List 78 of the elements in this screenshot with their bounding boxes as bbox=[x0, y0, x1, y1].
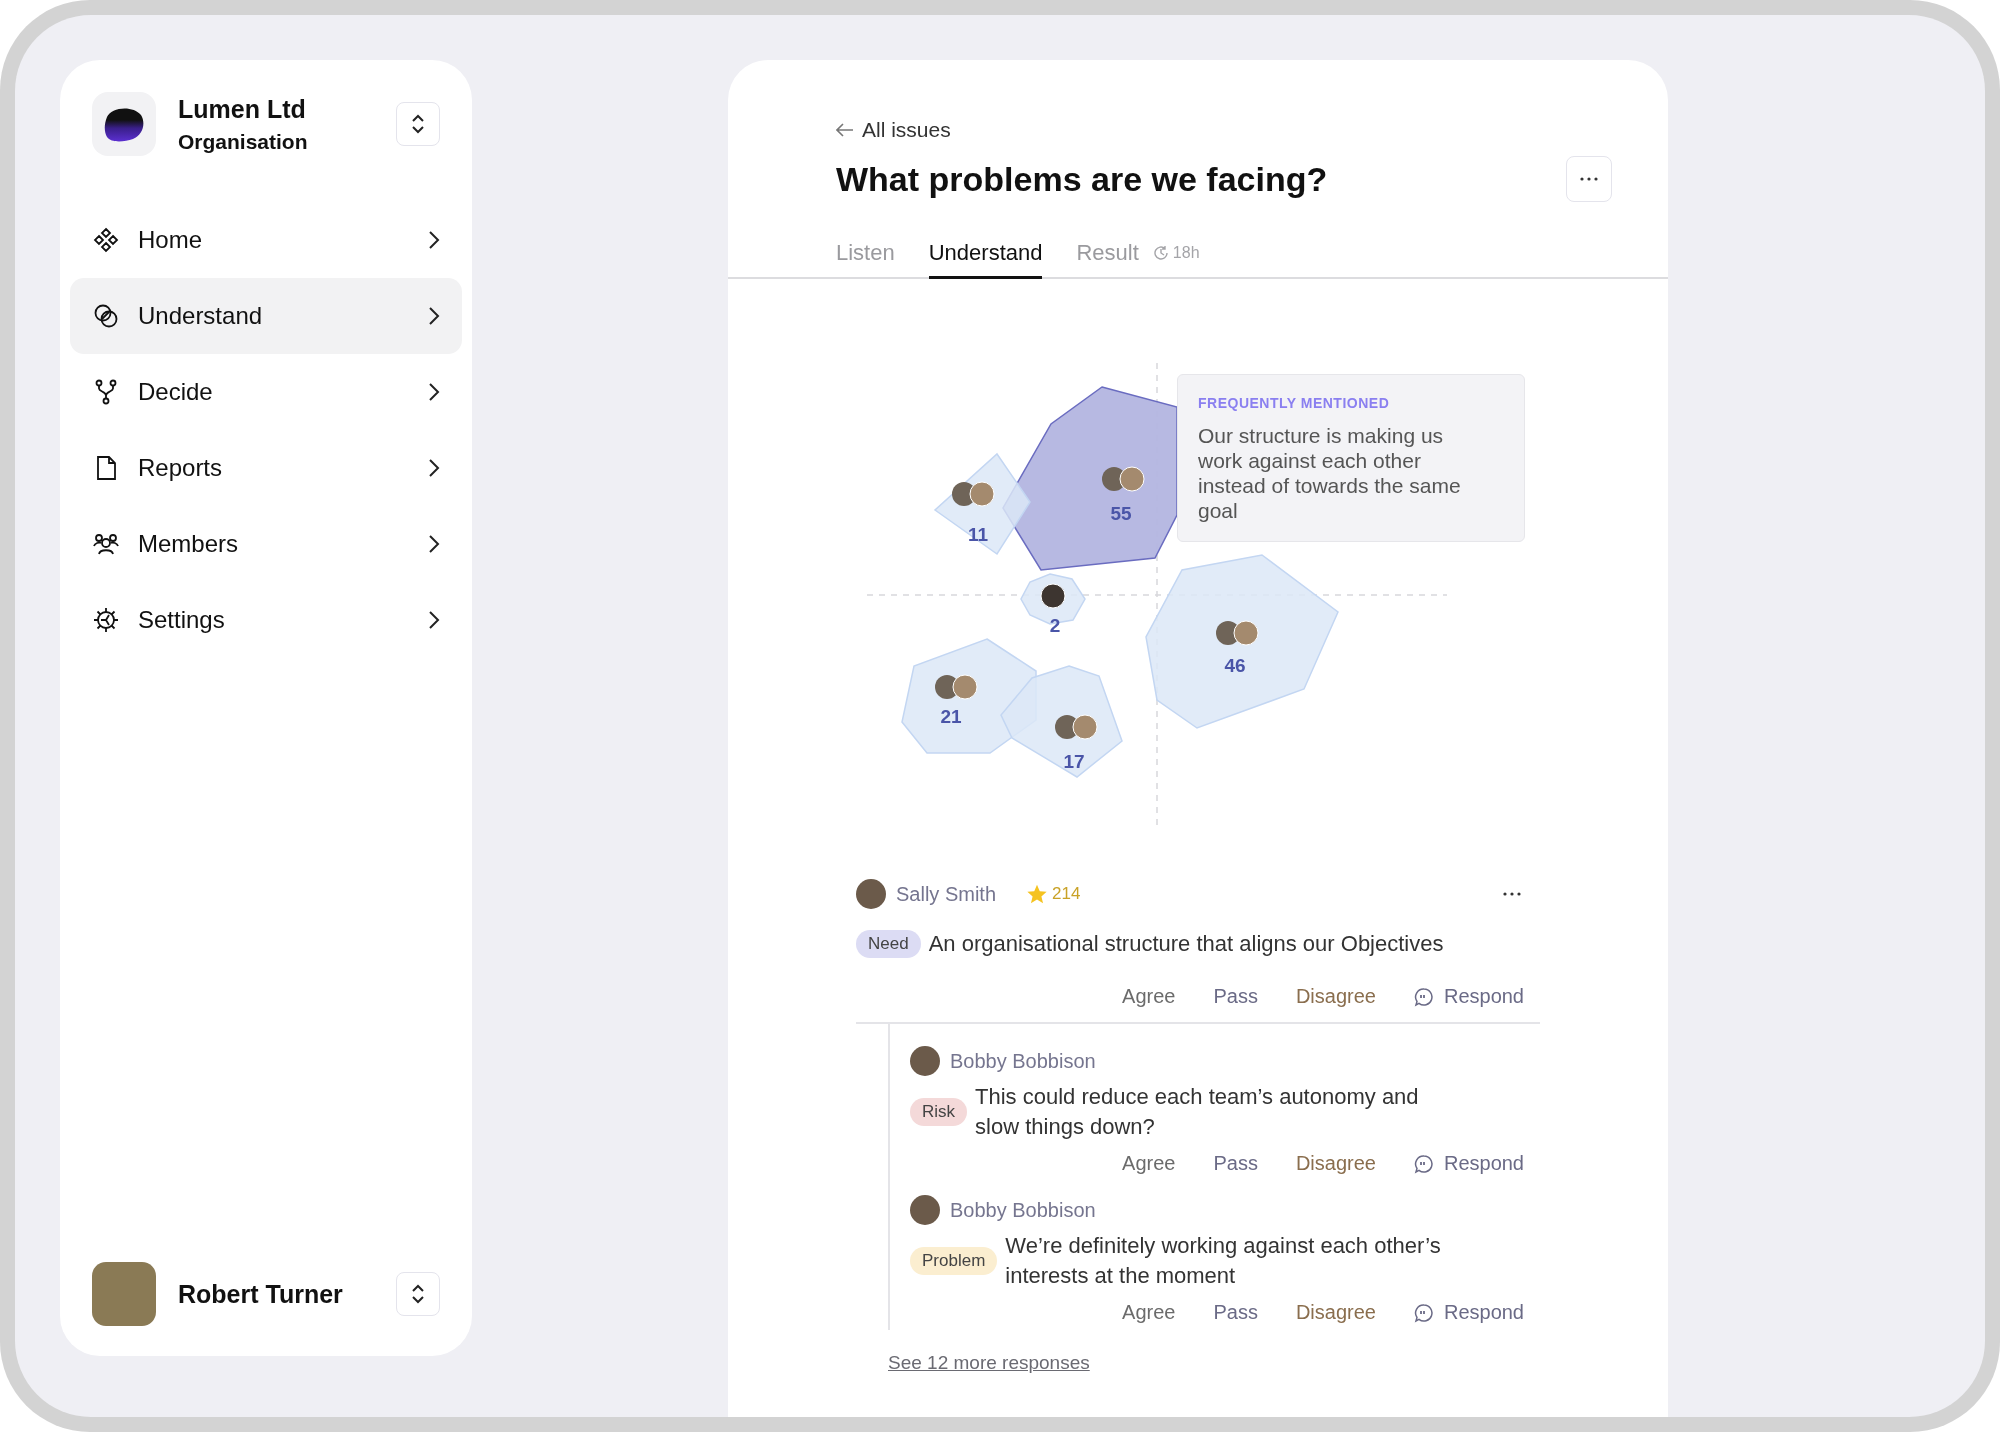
speech-bubble-icon bbox=[1413, 1302, 1434, 1323]
up-down-chevron-icon bbox=[411, 1283, 425, 1305]
author-name: Bobby Bobbison bbox=[950, 1049, 1096, 1073]
understand-icon bbox=[92, 302, 120, 330]
user-name: Robert Turner bbox=[178, 1279, 344, 1309]
respond-button[interactable]: Respond bbox=[1413, 1301, 1524, 1324]
tooltip-text: Our structure is making us work against each other instead of towards the same goal bbox=[1198, 423, 1462, 523]
up-down-chevron-icon bbox=[411, 113, 425, 135]
author-name: Bobby Bobbison bbox=[950, 1198, 1096, 1222]
avatar-group bbox=[952, 481, 995, 507]
chevron-right-icon bbox=[428, 382, 440, 402]
cluster-count: 11 bbox=[967, 524, 989, 545]
reply-text: We’re definitely working against each other’s interests at the moment bbox=[1005, 1232, 1442, 1290]
chevron-right-icon bbox=[428, 306, 440, 326]
avatar bbox=[910, 1046, 940, 1076]
avatar-group bbox=[1102, 466, 1145, 492]
org-switcher-button[interactable] bbox=[396, 102, 440, 146]
vote-button[interactable]: Pass bbox=[1213, 985, 1258, 1008]
score: 214 bbox=[1052, 884, 1081, 904]
reply-text: This could reduce each team’s autonomy and slow things down? bbox=[975, 1083, 1420, 1141]
vote-button[interactable]: Pass bbox=[1213, 1152, 1258, 1175]
nav-item[interactable]: Reports bbox=[70, 430, 462, 506]
nav-item[interactable]: Members bbox=[70, 506, 462, 582]
tag: Risk bbox=[910, 1098, 968, 1126]
vote-button[interactable]: Disagree bbox=[1295, 1301, 1376, 1324]
chevron-right-icon bbox=[428, 458, 440, 478]
more-icon bbox=[1579, 177, 1599, 181]
tag: Problem bbox=[910, 1247, 998, 1275]
vote-button[interactable]: Disagree bbox=[1295, 985, 1376, 1008]
avatar bbox=[856, 879, 886, 909]
tab[interactable]: Listen bbox=[836, 240, 895, 279]
nav-item[interactable]: Decide bbox=[70, 354, 462, 430]
back-link[interactable]: All issues bbox=[836, 118, 951, 142]
author-name: Sally Smith bbox=[896, 882, 997, 906]
more-responses-link[interactable]: See 12 more responses bbox=[888, 1352, 1090, 1374]
org-name: Lumen Ltd bbox=[178, 94, 307, 124]
cluster-count: 21 bbox=[940, 706, 962, 727]
account-switcher-button[interactable] bbox=[396, 1272, 440, 1316]
nav-item[interactable]: Settings bbox=[70, 582, 462, 658]
back-arrow-icon bbox=[836, 123, 854, 137]
nav-item[interactable]: Understand bbox=[70, 278, 462, 354]
photo-placeholder bbox=[92, 1262, 156, 1326]
star-icon bbox=[1026, 883, 1049, 905]
vote-button[interactable]: Pass bbox=[1213, 1301, 1258, 1324]
cluster-count: 2 bbox=[1049, 615, 1061, 636]
issue-title: What problems are we facing? bbox=[836, 159, 1328, 199]
vote-button[interactable]: Agree bbox=[1122, 985, 1176, 1008]
nav-item[interactable]: Home bbox=[70, 202, 462, 278]
tab[interactable]: Result bbox=[1076, 240, 1139, 279]
timer-icon bbox=[1152, 245, 1169, 261]
avatar bbox=[910, 1195, 940, 1225]
avatar-group bbox=[1040, 583, 1066, 609]
vote-button[interactable]: Agree bbox=[1122, 1152, 1176, 1175]
org-logo bbox=[92, 92, 156, 156]
avatar-group bbox=[935, 674, 978, 700]
tooltip-heading: FREQUENTLY MENTIONED bbox=[1198, 395, 1391, 411]
avatar-group bbox=[1055, 714, 1098, 740]
vote-button[interactable]: Agree bbox=[1122, 1301, 1176, 1324]
vote-button[interactable]: Disagree bbox=[1295, 1152, 1376, 1175]
time-remaining: 18h bbox=[1172, 244, 1200, 262]
more-options-icon[interactable] bbox=[1502, 892, 1522, 896]
cluster-count: 17 bbox=[1063, 751, 1085, 772]
respond-button[interactable]: Respond bbox=[1413, 1152, 1524, 1175]
tag: Need bbox=[856, 930, 921, 958]
post-text: An organisational structure that aligns our Objectives bbox=[928, 930, 1444, 958]
cluster-count: 55 bbox=[1110, 503, 1132, 524]
speech-bubble-icon bbox=[1413, 1153, 1434, 1174]
avatar-group bbox=[1216, 620, 1259, 646]
speech-bubble-icon bbox=[1413, 986, 1434, 1007]
tab[interactable]: Understand bbox=[928, 240, 1043, 279]
chevron-right-icon bbox=[428, 610, 440, 630]
chevron-right-icon bbox=[428, 534, 440, 554]
home-icon bbox=[92, 226, 120, 254]
org-role: Organisation bbox=[178, 129, 309, 154]
settings-icon bbox=[92, 606, 120, 634]
chevron-right-icon bbox=[428, 230, 440, 250]
respond-button[interactable]: Respond bbox=[1413, 985, 1524, 1008]
cluster-count: 46 bbox=[1224, 655, 1246, 676]
